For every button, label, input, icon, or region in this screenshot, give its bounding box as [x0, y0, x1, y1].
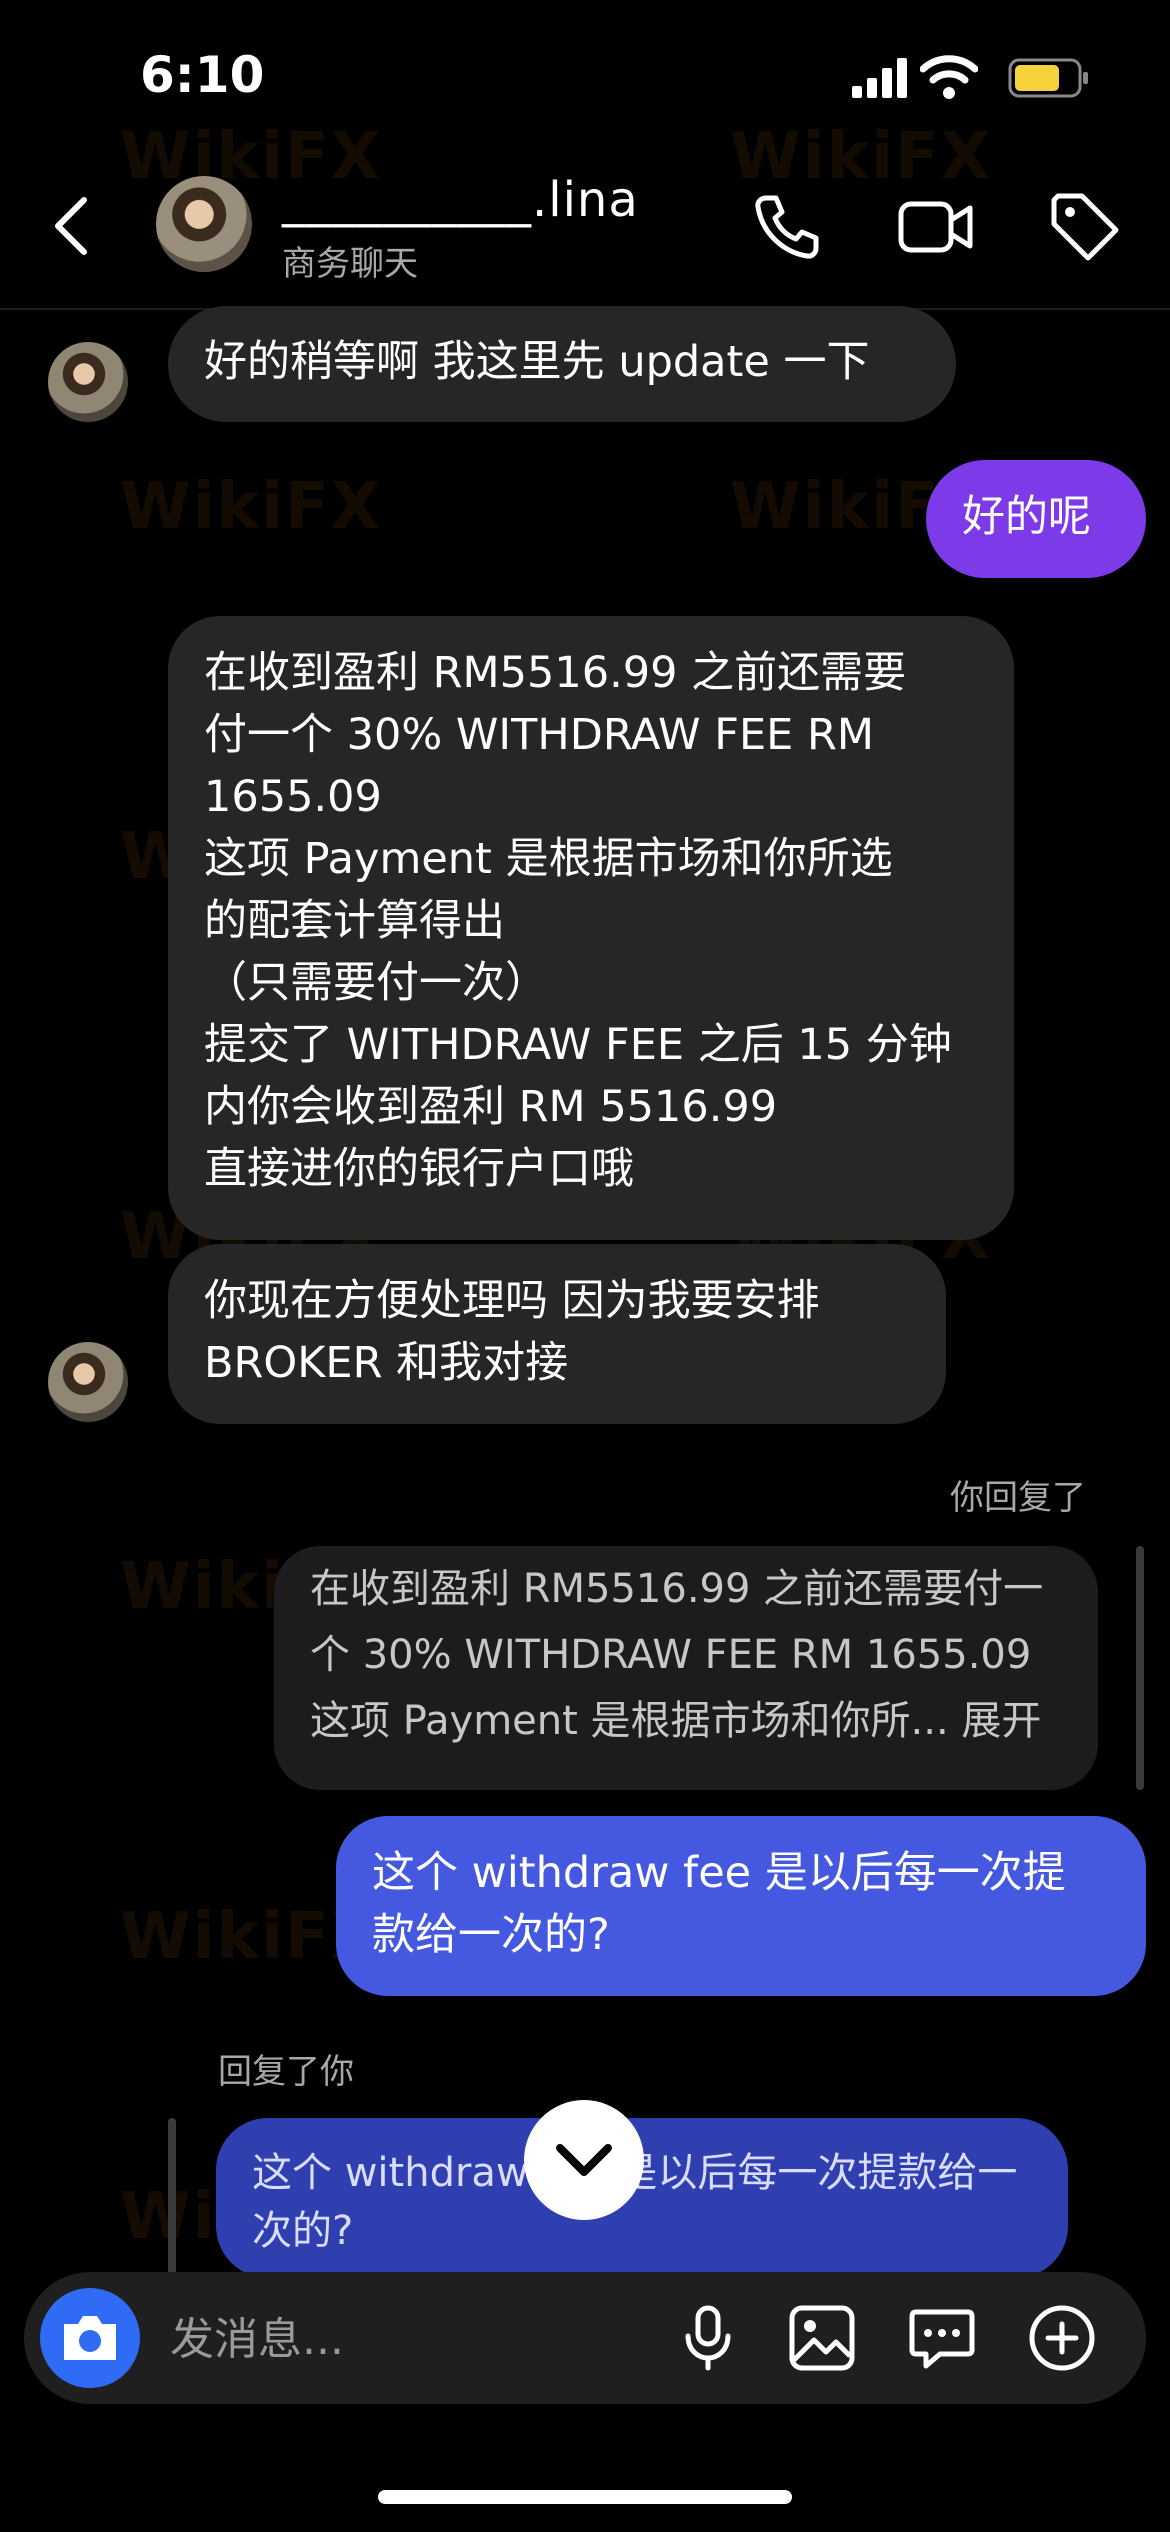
tag-icon[interactable] [1048, 190, 1120, 262]
battery-icon [1008, 58, 1088, 98]
reply-label: 回复了你 [218, 2052, 354, 2092]
contact-avatar[interactable] [156, 176, 252, 272]
contact-name[interactable]: __________.lina [282, 172, 639, 228]
back-arrow-icon[interactable] [48, 196, 94, 256]
microphone-icon[interactable] [672, 2302, 744, 2374]
home-indicator[interactable] [378, 2490, 792, 2504]
sender-avatar[interactable] [48, 1342, 128, 1422]
message-input[interactable] [168, 2306, 652, 2372]
incoming-message[interactable]: 好的稍等啊 我这里先 update 一下 [168, 306, 956, 422]
gallery-icon[interactable] [786, 2302, 858, 2374]
add-icon[interactable] [1026, 2302, 1098, 2374]
status-time: 6:10 [140, 46, 265, 104]
scrollbar[interactable] [1136, 1546, 1144, 1790]
scroll-to-bottom-button[interactable] [524, 2100, 644, 2220]
reply-label: 你回复了 [950, 1478, 1086, 1518]
sender-avatar[interactable] [48, 342, 128, 422]
incoming-message[interactable]: 在收到盈利 RM5516.99 之前还需要 付一个 30% WITHDRAW F… [168, 616, 1014, 1240]
signal-icon [852, 58, 907, 98]
chevron-down-icon [556, 2144, 612, 2176]
video-call-icon[interactable] [898, 194, 974, 260]
outgoing-message[interactable]: 好的呢 [926, 460, 1146, 578]
watermark: WikiFX [120, 470, 383, 544]
incoming-message[interactable]: 你现在方便处理吗 因为我要安排 BROKER 和我对接 [168, 1244, 946, 1424]
camera-button[interactable] [40, 2288, 140, 2388]
quoted-message[interactable]: 在收到盈利 RM5516.99 之前还需要付一 个 30% WITHDRAW F… [274, 1546, 1098, 1790]
outgoing-message[interactable]: 这个 withdraw fee 是以后每一次提 款给一次的? [336, 1816, 1146, 1996]
camera-icon [64, 2316, 116, 2360]
phone-call-icon[interactable] [752, 192, 822, 262]
chat-bubble-icon[interactable] [906, 2302, 978, 2374]
reply-quote-bar [168, 2118, 176, 2278]
wifi-icon [920, 55, 978, 99]
contact-subtitle: 商务聊天 [282, 244, 418, 284]
